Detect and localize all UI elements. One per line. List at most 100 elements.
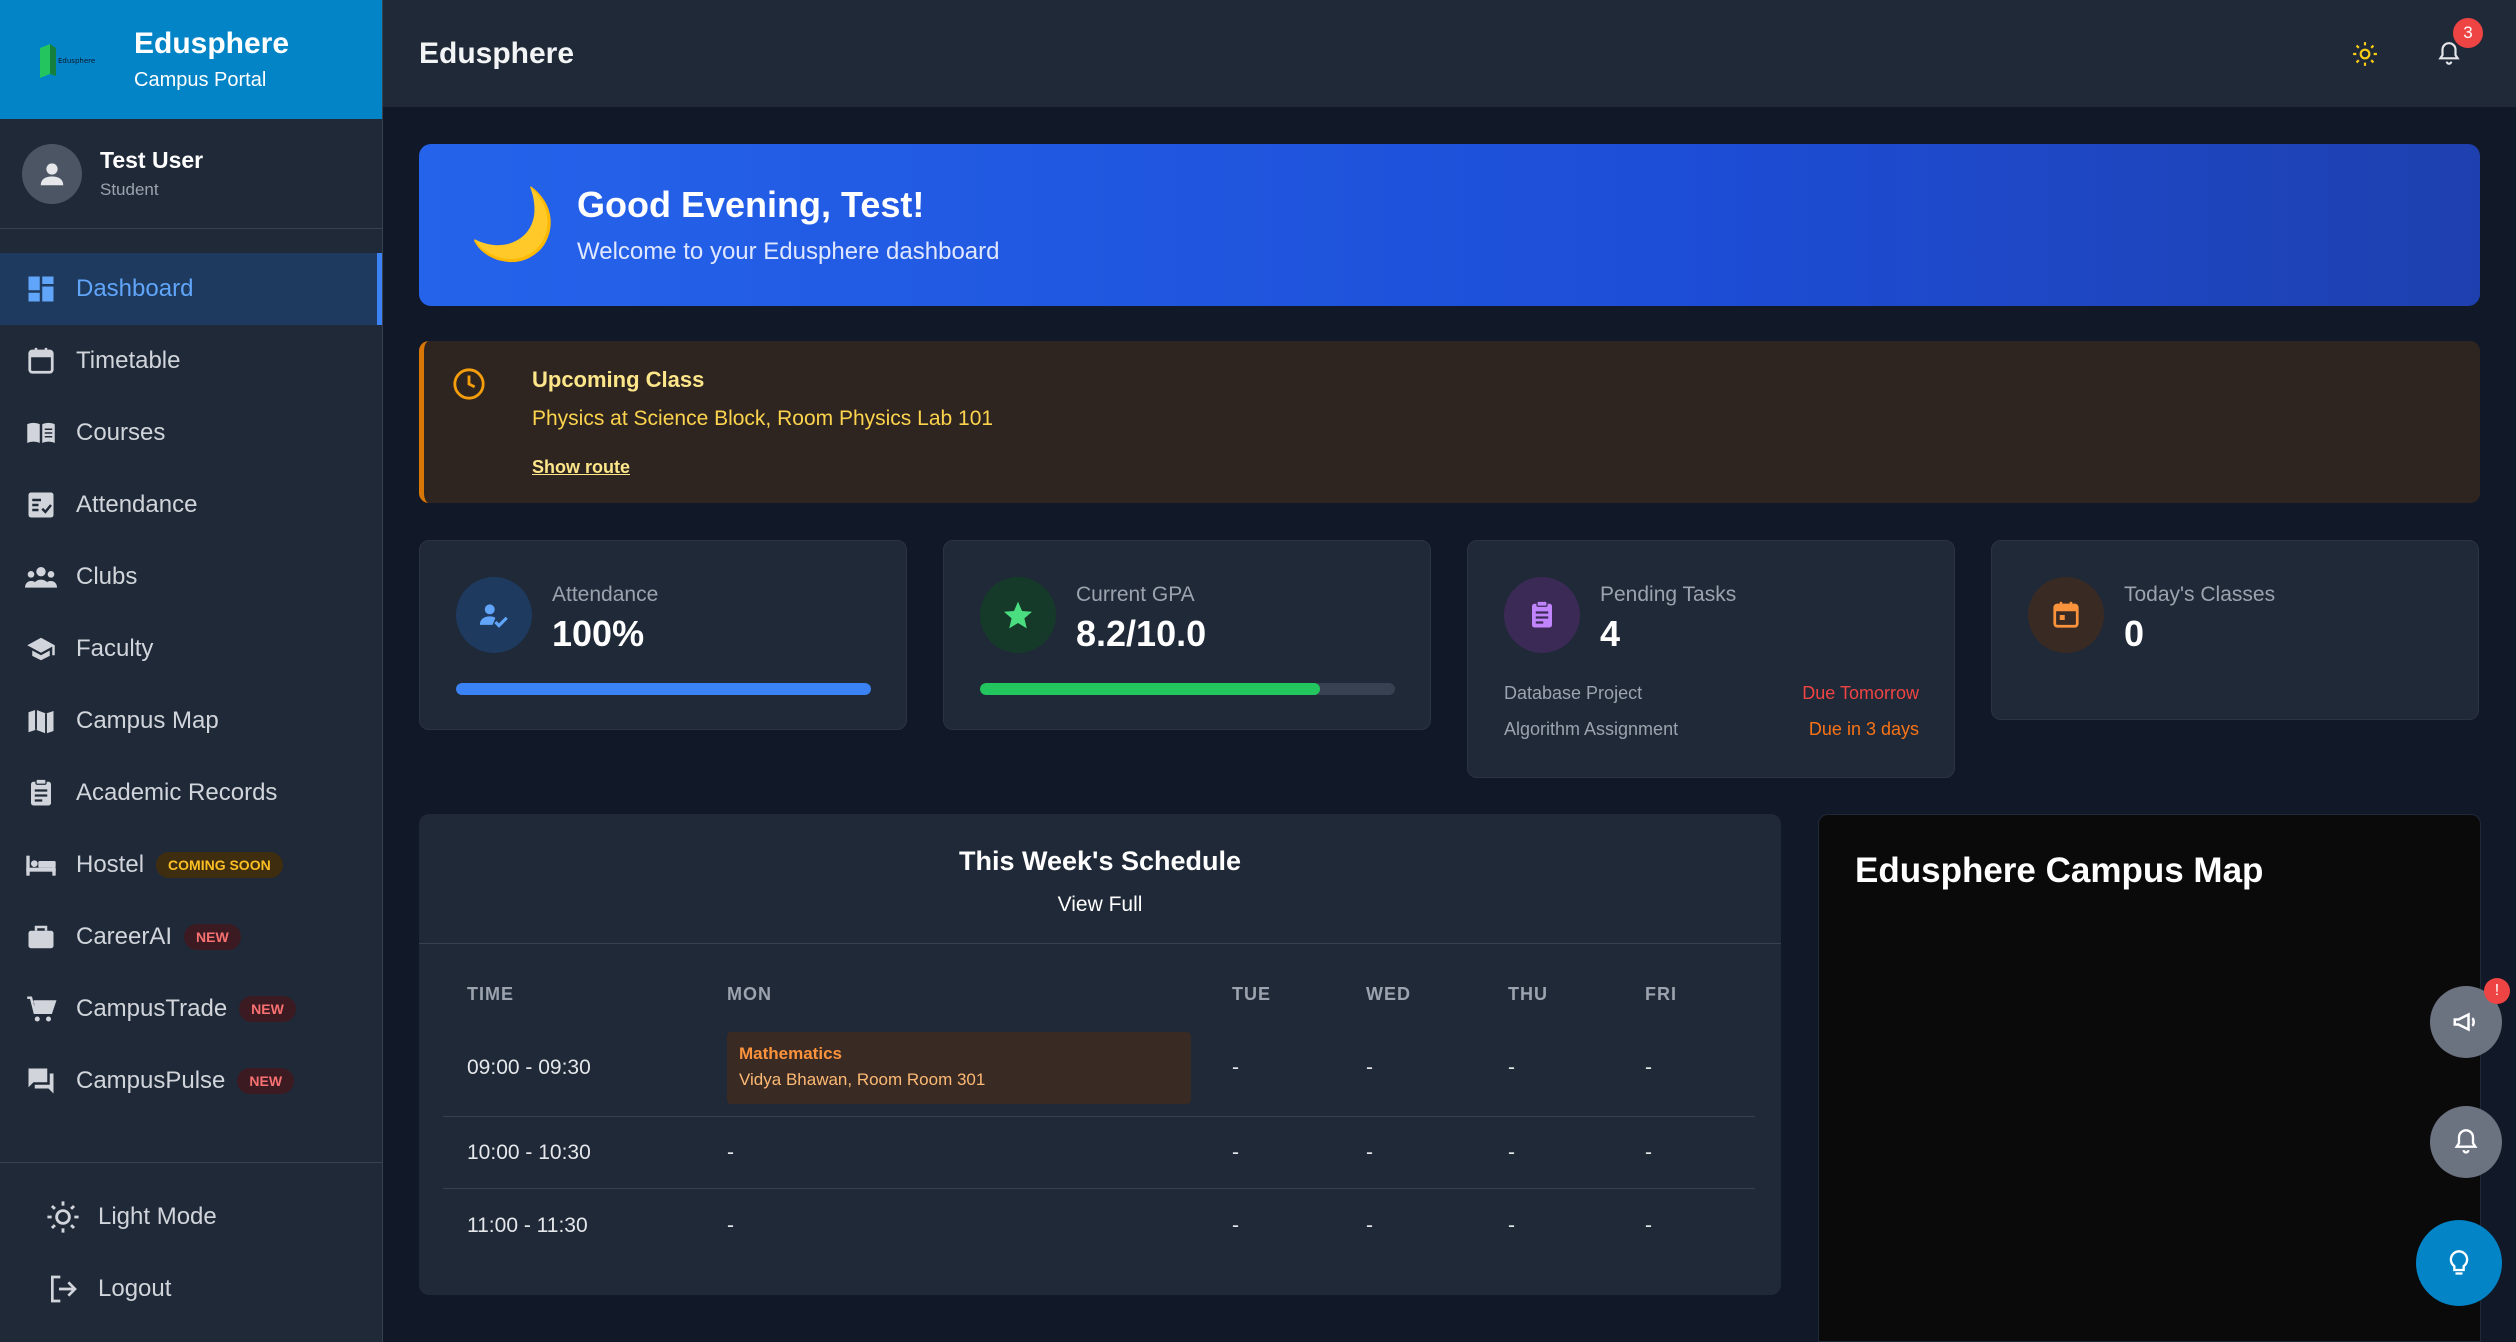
top-header: Edusphere 3 [383, 0, 2516, 108]
table-header: TIME MON TUE WED THU FRI [443, 969, 1755, 1019]
upcoming-class-description: Physics at Science Block, Room Physics L… [532, 407, 994, 430]
sidebar-item-courses[interactable]: Courses [0, 397, 382, 469]
user-icon [40, 162, 64, 185]
light-mode-label: Light Mode [98, 1203, 217, 1230]
table-cell: - [1232, 1055, 1239, 1079]
pending-tasks-card[interactable]: Pending Tasks 4 Database Project Due Tom… [1467, 540, 1955, 778]
task-due: Due in 3 days [1808, 719, 1919, 739]
attendance-label: Attendance [552, 583, 659, 606]
tips-button[interactable] [2416, 1220, 2502, 1306]
sun-icon [46, 1200, 80, 1234]
task-item[interactable]: Algorithm Assignment Due in 3 days [1504, 719, 1919, 740]
view-full-button[interactable]: View Full [419, 893, 1781, 917]
campus-map-title: Edusphere Campus Map [1855, 851, 2264, 890]
attendance-card[interactable]: Attendance 100% [419, 540, 907, 730]
column-header: TIME [467, 983, 514, 1004]
pending-tasks-label: Pending Tasks [1600, 583, 1737, 606]
time-cell: 10:00 - 10:30 [467, 1140, 591, 1164]
new-badge: NEW [239, 996, 296, 1022]
logout-icon [46, 1272, 80, 1306]
gpa-card[interactable]: Current GPA 8.2/10.0 [943, 540, 1431, 730]
sidebar-item-label: Timetable [76, 347, 181, 374]
bell-icon [2454, 1129, 2478, 1154]
task-item[interactable]: Database Project Due Tomorrow [1504, 683, 1919, 704]
sidebar-item-academic-records[interactable]: Academic Records [0, 757, 382, 829]
table-cell: - [1645, 1055, 1652, 1079]
avatar [22, 143, 82, 204]
table-row: 09:00 - 09:30 Mathematics Vidya Bhawan, … [443, 1019, 1755, 1117]
welcome-title: Good Evening, Test! [577, 184, 925, 225]
theme-toggle-button[interactable] [2345, 34, 2385, 74]
brand-title: Edusphere [134, 27, 290, 60]
bed-icon [24, 848, 58, 882]
calendar-icon [24, 344, 58, 378]
sidebar-item-dashboard[interactable]: Dashboard [0, 253, 382, 325]
sidebar-item-label: Clubs [76, 563, 138, 590]
sidebar-item-timetable[interactable]: Timetable [0, 325, 382, 397]
sidebar-footer: Light Mode Logout [0, 1162, 383, 1342]
chat-icon [24, 1064, 58, 1098]
todays-classes-card[interactable]: Today's Classes 0 [1991, 540, 2479, 720]
sidebar-item-label: Hostel [76, 851, 145, 878]
welcome-subtitle: Welcome to your Edusphere dashboard [577, 238, 1000, 265]
table-cell: - [1508, 1140, 1515, 1164]
task-name: Algorithm Assignment [1504, 719, 1679, 739]
table-cell: - [1645, 1140, 1652, 1164]
clipboard-icon [24, 776, 58, 810]
column-header: TUE [1232, 983, 1271, 1004]
notifications-fab[interactable] [2430, 1106, 2502, 1178]
welcome-banner: 🌙 Good Evening, Test! Welcome to your Ed… [419, 144, 2480, 306]
brand-header[interactable]: Edusphere Edusphere Campus Portal [0, 0, 382, 119]
svg-text:Edusphere: Edusphere [58, 57, 95, 65]
sidebar-item-hostel[interactable]: Hostel COMING SOON [0, 829, 382, 901]
notifications-button[interactable]: 3 [2429, 18, 2483, 74]
logout-button[interactable]: Logout [0, 1253, 383, 1325]
table-cell: - [1508, 1055, 1515, 1079]
sidebar-item-label: CareerAI [76, 923, 173, 950]
class-name: Mathematics [739, 1043, 842, 1063]
sidebar-item-clubs[interactable]: Clubs [0, 541, 382, 613]
clipboard-icon [1504, 577, 1580, 653]
sidebar-item-label: Dashboard [76, 275, 194, 302]
checklist-icon [24, 488, 58, 522]
task-due: Due Tomorrow [1802, 683, 1919, 703]
sidebar-item-campuspulse[interactable]: CampusPulse NEW [0, 1045, 382, 1117]
sidebar-item-attendance[interactable]: Attendance [0, 469, 382, 541]
lightbulb-icon [2449, 1250, 2469, 1275]
sidebar-item-faculty[interactable]: Faculty [0, 613, 382, 685]
coming-soon-badge: COMING SOON [156, 852, 283, 878]
sidebar-item-label: CampusPulse [76, 1067, 226, 1094]
sidebar-item-label: Courses [76, 419, 166, 446]
campus-map-panel[interactable]: Edusphere Campus Map [1818, 814, 2481, 1342]
light-mode-toggle[interactable]: Light Mode [0, 1181, 383, 1253]
pending-tasks-value: 4 [1600, 613, 1621, 654]
show-route-link[interactable]: Show route [532, 457, 630, 478]
sidebar-item-campus-map[interactable]: Campus Map [0, 685, 382, 757]
sun-icon [2353, 42, 2377, 66]
time-cell: 11:00 - 11:30 [467, 1214, 588, 1237]
user-check-icon [456, 577, 532, 653]
sidebar-item-label: Campus Map [76, 707, 219, 734]
sidebar-nav: Dashboard Timetable Courses Attendance C… [0, 253, 382, 1117]
sidebar-item-campustrade[interactable]: CampusTrade NEW [0, 973, 382, 1045]
attendance-progress-fill [456, 683, 871, 695]
weekly-schedule: This Week's Schedule View Full TIME MON … [419, 814, 1781, 1295]
gpa-label: Current GPA [1076, 583, 1195, 606]
class-room: Vidya Bhawan, Room Room 301 [739, 1069, 986, 1089]
column-header: WED [1366, 983, 1411, 1004]
notification-count-badge: 3 [2453, 18, 2483, 48]
upcoming-class-title: Upcoming Class [532, 367, 705, 392]
sidebar-item-label: Faculty [76, 635, 154, 662]
user-profile[interactable]: Test User Student [0, 119, 382, 229]
clock-icon [452, 367, 486, 406]
class-card[interactable]: Mathematics Vidya Bhawan, Room Room 301 [727, 1031, 1191, 1104]
table-cell: - [1366, 1214, 1373, 1237]
sidebar-item-careerai[interactable]: CareerAI NEW [0, 901, 382, 973]
user-role: Student [100, 180, 159, 199]
edusphere-logo: Edusphere [34, 40, 100, 80]
star-icon [980, 577, 1056, 653]
cart-icon [24, 992, 58, 1026]
announcements-button[interactable]: ! [2430, 978, 2510, 1058]
sidebar: Edusphere Edusphere Campus Portal Test U… [0, 0, 383, 1342]
column-header: MON [727, 983, 772, 1004]
